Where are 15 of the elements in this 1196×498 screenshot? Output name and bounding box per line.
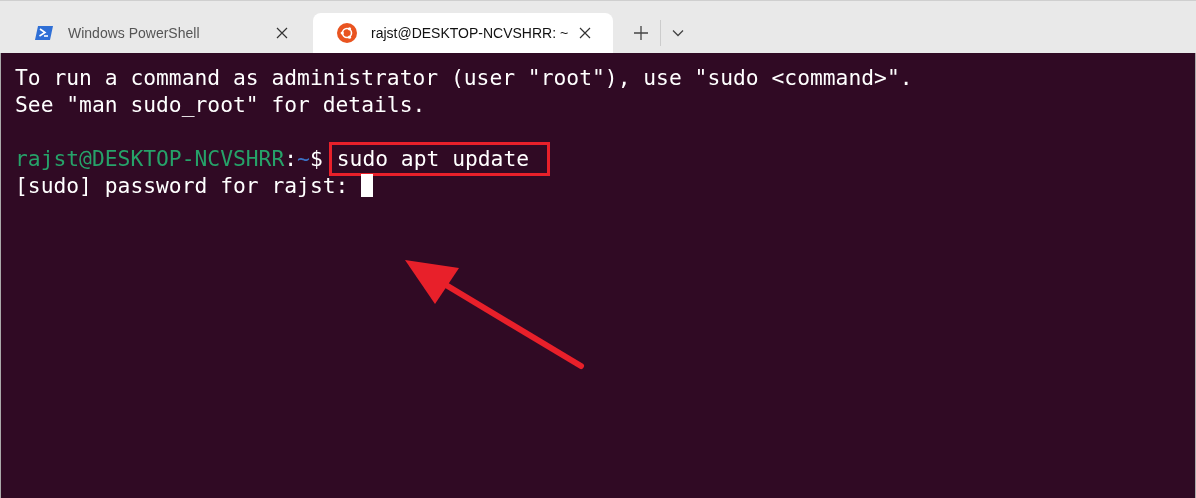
prompt-sigil: $: [309, 145, 323, 172]
terminal-output: To run a command as administrator (user "root"), use "sudo <command>".: [15, 64, 913, 91]
powershell-icon: [34, 23, 54, 43]
prompt-path: ~: [297, 145, 310, 172]
prompt-colon: :: [284, 145, 298, 172]
prompt-user-host: rajst@DESKTOP-NCVSHRR: [15, 145, 285, 172]
close-icon[interactable]: [579, 27, 591, 39]
dropdown-icon[interactable]: [672, 29, 684, 37]
ubuntu-icon: [337, 23, 357, 43]
close-icon[interactable]: [276, 27, 288, 39]
terminal-output: See "man sudo_root" for details.: [15, 91, 426, 118]
tab[interactable]: rajst@DESKTOP-NCVSHRR: ~: [313, 13, 613, 53]
command-text: sudo apt update: [328, 141, 551, 176]
new-tab-icon[interactable]: [634, 26, 648, 40]
tab[interactable]: Windows PowerShell: [10, 13, 310, 53]
